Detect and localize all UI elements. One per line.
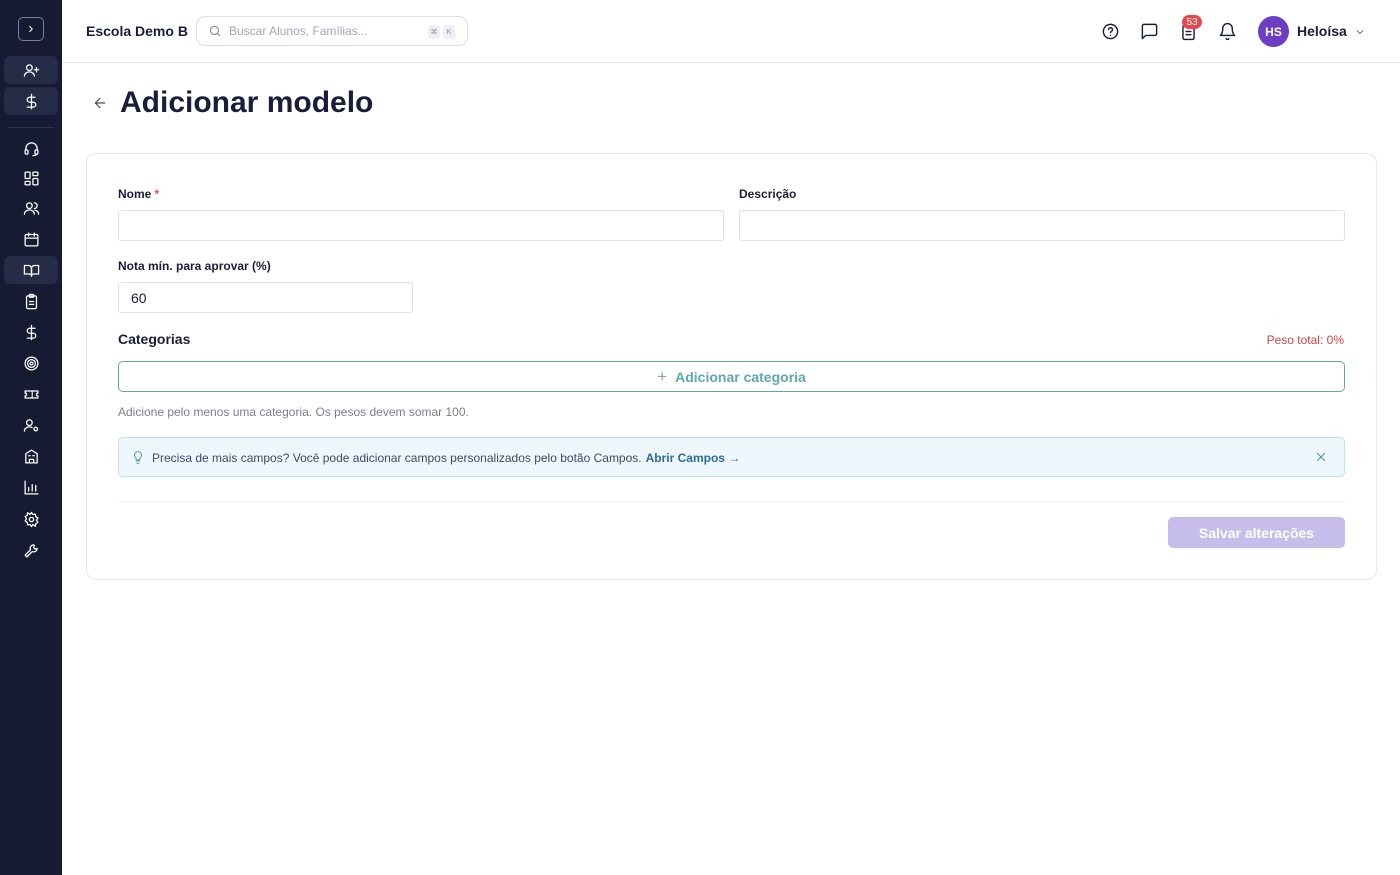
bell-icon <box>1219 22 1235 40</box>
shortcut-key-k: K <box>443 25 455 39</box>
book-open-icon <box>23 264 39 277</box>
dashboard-icon <box>23 170 39 186</box>
required-marker: * <box>154 187 160 201</box>
wrench-icon <box>23 543 38 558</box>
sidebar-item-finance[interactable] <box>4 318 58 346</box>
search-box[interactable]: ⌘ K <box>196 16 468 46</box>
dollar-icon <box>26 324 36 340</box>
plus-icon: + <box>657 366 668 386</box>
sidebar-item-assignments[interactable] <box>4 287 58 315</box>
close-icon <box>1316 452 1326 462</box>
calendar-icon <box>23 231 39 247</box>
school-name: Escola Demo B <box>86 23 188 39</box>
info-message-text: Precisa de mais campos? Você pode adicio… <box>152 451 642 465</box>
settings-icon <box>23 511 39 527</box>
name-input[interactable] <box>118 210 724 241</box>
save-changes-button[interactable]: Salvar alterações <box>1168 517 1345 548</box>
clipboard-icon <box>25 293 37 309</box>
form-divider <box>118 501 1345 502</box>
sidebar-item-tickets[interactable] <box>4 380 58 408</box>
notifications-button[interactable] <box>1216 20 1238 42</box>
form-card: Nome * Descrição Nota mín. para aprovar (… <box>86 153 1377 580</box>
chevron-down-icon <box>1356 30 1364 35</box>
search-icon <box>209 25 221 37</box>
building-icon <box>24 448 38 464</box>
min-grade-input[interactable] <box>118 282 413 313</box>
sidebar-divider <box>8 127 54 128</box>
sidebar-item-calendar[interactable] <box>4 225 58 253</box>
users-icon <box>23 201 39 215</box>
headset-icon <box>23 141 39 156</box>
back-button[interactable] <box>92 95 110 113</box>
categories-hint: Adicione pelo menos uma categoria. Os pe… <box>118 405 469 419</box>
custom-fields-info-banner: Precisa de mais campos? Você pode adicio… <box>118 437 1345 477</box>
sidebar-item-add-student[interactable] <box>4 56 58 84</box>
user-cog-icon <box>23 418 38 432</box>
shortcut-key-cmd: ⌘ <box>428 25 440 39</box>
name-label: Nome * <box>118 187 159 201</box>
target-icon <box>23 355 39 371</box>
close-banner-button[interactable] <box>1314 450 1328 464</box>
sidebar-item-staff[interactable] <box>4 411 58 439</box>
description-input[interactable] <box>739 210 1345 241</box>
min-grade-label: Nota mín. para aprovar (%) <box>118 259 271 273</box>
sidebar-item-settings[interactable] <box>4 505 58 533</box>
sidebar-item-finance-quick[interactable] <box>4 87 58 115</box>
lightbulb-icon <box>131 450 145 465</box>
sidebar-item-tools[interactable] <box>4 536 58 564</box>
sidebar-item-dashboard[interactable] <box>4 164 58 192</box>
info-message: Precisa de mais campos? Você pode adicio… <box>152 451 740 465</box>
sidebar-expand-button[interactable] <box>18 17 44 41</box>
sidebar-item-institution[interactable] <box>4 442 58 470</box>
total-weight-indicator: Peso total: 0% <box>1266 333 1344 347</box>
user-avatar[interactable]: HS <box>1258 16 1289 47</box>
sidebar <box>0 0 62 875</box>
ticket-icon <box>23 389 39 399</box>
sidebar-item-academic[interactable] <box>4 256 58 284</box>
open-fields-link[interactable]: Abrir Campos → <box>646 451 741 465</box>
name-label-text: Nome <box>118 187 152 201</box>
bar-chart-icon <box>23 479 39 495</box>
user-plus-icon <box>23 63 39 77</box>
message-square-icon <box>1141 23 1157 39</box>
add-category-button[interactable]: + Adicionar categoria <box>118 361 1345 392</box>
description-label: Descrição <box>739 187 797 201</box>
sidebar-item-reports[interactable] <box>4 473 58 501</box>
sidebar-item-support[interactable] <box>4 134 58 162</box>
arrow-left-icon <box>94 97 106 109</box>
help-circle-icon <box>1102 23 1118 39</box>
sidebar-item-people[interactable] <box>4 194 58 222</box>
dollar-icon <box>26 93 36 109</box>
categories-title: Categorias <box>118 331 191 347</box>
chevron-right-icon <box>29 25 33 33</box>
user-menu-toggle[interactable] <box>1354 25 1366 37</box>
tasks-count-badge: 53 <box>1182 15 1202 29</box>
sidebar-item-goals[interactable] <box>4 349 58 377</box>
search-input[interactable] <box>229 24 419 38</box>
page-title: Adicionar modelo <box>120 86 374 119</box>
add-category-label: Adicionar categoria <box>675 368 806 385</box>
user-name[interactable]: Heloísa <box>1297 23 1347 39</box>
top-bar: Escola Demo B ⌘ K 53 HS Heloísa <box>62 0 1400 63</box>
messages-button[interactable] <box>1138 20 1160 42</box>
help-button[interactable] <box>1099 20 1121 42</box>
